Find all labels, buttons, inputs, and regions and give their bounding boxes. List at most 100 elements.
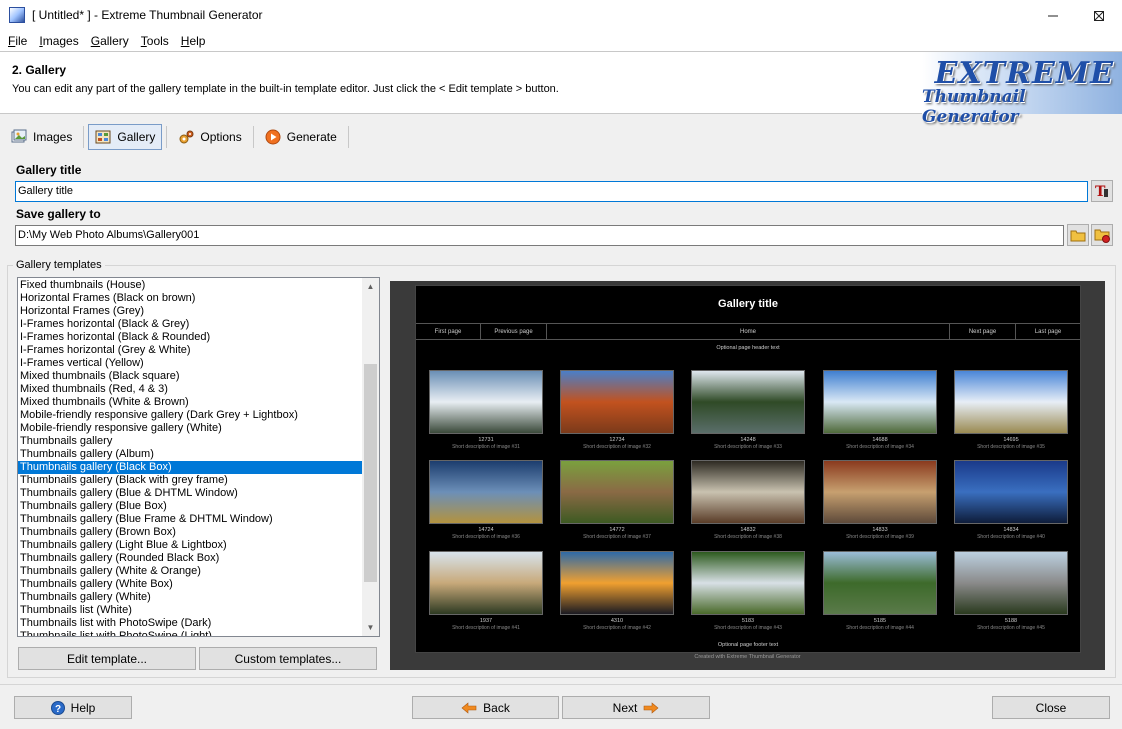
gallery-title-input[interactable]: Gallery title [15,181,1088,202]
menu-tools[interactable]: Tools [137,34,173,48]
preview-thumbnail: 14695 Short description of image #35 [954,370,1068,450]
next-button[interactable]: Next [562,696,710,719]
template-preview: Gallery title First page Previous page H… [390,281,1105,670]
scroll-up-icon[interactable]: ▲ [362,278,379,295]
preview-thumbnail: 5188 Short description of image #45 [954,551,1068,631]
tab-gallery[interactable]: Gallery [88,124,163,150]
template-item[interactable]: I-Frames horizontal (Black & Grey) [18,318,363,331]
help-button[interactable]: ? Help [14,696,132,719]
preview-nav: First page Previous page Home Next page … [416,323,1080,340]
template-item[interactable]: Thumbnails list (White) [18,604,363,617]
preview-thumbnail: 1937 Short description of image #41 [429,551,543,631]
template-item[interactable]: Mixed thumbnails (Black square) [18,370,363,383]
thumbnail-number: 1937 [479,618,493,624]
save-to-input[interactable]: D:\My Web Photo Albums\Gallery001 [15,225,1064,246]
template-item[interactable]: Thumbnails gallery (Rounded Black Box) [18,552,363,565]
menu-file[interactable]: File [4,34,31,48]
templates-list: Fixed thumbnails (House) Horizontal Frame… [18,279,363,636]
close-button[interactable]: Close [992,696,1110,719]
minimize-icon [1048,15,1058,16]
template-item[interactable]: Thumbnails gallery (Brown Box) [18,526,363,539]
save-to-label: Save gallery to [16,207,101,221]
menu-gallery[interactable]: Gallery [87,34,133,48]
template-item[interactable]: Thumbnails list with PhotoSwipe (Light) [18,630,363,636]
step-description: You can edit any part of the gallery tem… [12,83,559,95]
preview-thumbnail: 5185 Short description of image #44 [823,551,937,631]
font-settings-button[interactable]: T [1091,180,1113,202]
folder-icon [1070,230,1086,242]
thumbnail-image [954,460,1068,524]
template-item[interactable]: Thumbnails list with PhotoSwipe (Dark) [18,617,363,630]
help-icon: ? [50,700,65,715]
template-item[interactable]: Thumbnails gallery (Blue Box) [18,500,363,513]
template-item[interactable]: I-Frames vertical (Yellow) [18,357,363,370]
preview-thumbnail: 12734 Short description of image #32 [560,370,674,450]
template-item[interactable]: Thumbnails gallery (Album) [18,448,363,461]
thumbnail-image [560,460,674,524]
template-item[interactable]: I-Frames horizontal (Black & Rounded) [18,331,363,344]
thumbnail-caption: Short description of image #34 [846,444,914,450]
back-button[interactable]: Back [412,696,559,719]
template-item[interactable]: Mobile-friendly responsive gallery (Dark… [18,409,363,422]
custom-templates-button[interactable]: Custom templates... [199,647,377,670]
title-bar: [ Untitled* ] - Extreme Thumbnail Genera… [0,0,1122,31]
template-item[interactable]: Thumbnails gallery [18,435,363,448]
thumbnail-number: 4310 [610,618,624,624]
thumbnail-image [429,460,543,524]
template-item[interactable]: Mixed thumbnails (Red, 4 & 3) [18,383,363,396]
menu-help[interactable]: Help [177,34,210,48]
thumbnail-caption: Short description of image #35 [977,444,1045,450]
thumbnail-caption: Short description of image #33 [714,444,782,450]
step-header: 2. Gallery You can edit any part of the … [0,51,1122,127]
generate-icon [265,129,281,145]
thumbnail-number: 14834 [1003,527,1019,533]
thumbnail-image [823,460,937,524]
thumbnail-image [691,460,805,524]
template-item[interactable]: Thumbnails gallery (Light Blue & Lightbo… [18,539,363,552]
templates-listbox[interactable]: Fixed thumbnails (House) Horizontal Frame… [17,277,380,637]
template-item[interactable]: Thumbnails gallery (Blue & DHTML Window) [18,487,363,500]
thumbnail-number: 14772 [609,527,625,533]
thumbnail-image [954,370,1068,434]
window-title: [ Untitled* ] - Extreme Thumbnail Genera… [32,8,263,22]
close-window-button[interactable] [1076,0,1122,31]
open-folder-button[interactable] [1091,224,1113,246]
template-item[interactable]: Thumbnails gallery (White & Orange) [18,565,363,578]
template-item[interactable]: Thumbnails gallery (Black Box) [18,461,363,474]
browse-folder-button[interactable] [1067,224,1089,246]
preview-thumbnail: 14248 Short description of image #33 [691,370,805,450]
template-item[interactable]: Thumbnails gallery (Black with grey fram… [18,474,363,487]
template-item[interactable]: Fixed thumbnails (House) [18,279,363,292]
tab-options[interactable]: Options [171,124,248,150]
edit-template-button[interactable]: Edit template... [18,647,196,670]
thumbnail-caption: Short description of image #38 [714,534,782,540]
template-item[interactable]: Thumbnails gallery (White Box) [18,578,363,591]
thumbnail-caption: Short description of image #41 [452,625,520,631]
template-item[interactable]: Horizontal Frames (Black on brown) [18,292,363,305]
menu-images[interactable]: Images [35,34,82,48]
template-item[interactable]: I-Frames horizontal (Grey & White) [18,344,363,357]
app-icon [9,7,25,23]
tab-generate[interactable]: Generate [258,124,344,150]
tab-images[interactable]: Images [4,124,79,150]
template-item[interactable]: Mixed thumbnails (White & Brown) [18,396,363,409]
preview-footer-text: Optional page footer text [717,642,779,648]
scroll-thumb[interactable] [364,364,377,582]
template-item[interactable]: Thumbnails gallery (Blue Frame & DHTML W… [18,513,363,526]
minimize-button[interactable] [1030,0,1076,31]
preview-nav-home: Home [547,324,950,339]
template-item[interactable]: Mobile-friendly responsive gallery (Whit… [18,422,363,435]
thumbnail-number: 14833 [872,527,888,533]
preview-thumbnail: 12731 Short description of image #31 [429,370,543,450]
thumbnail-image [823,370,937,434]
thumbnail-number: 5185 [873,618,887,624]
templates-scrollbar[interactable]: ▲ ▼ [362,278,379,636]
preview-thumbnail: 14688 Short description of image #34 [823,370,937,450]
images-icon [11,129,27,145]
preview-nav-last: Last page [1034,328,1062,335]
scroll-down-icon[interactable]: ▼ [362,619,379,636]
thumbnail-caption: Short description of image #39 [846,534,914,540]
template-item[interactable]: Horizontal Frames (Grey) [18,305,363,318]
preview-page: Gallery title First page Previous page H… [415,285,1081,653]
template-item[interactable]: Thumbnails gallery (White) [18,591,363,604]
